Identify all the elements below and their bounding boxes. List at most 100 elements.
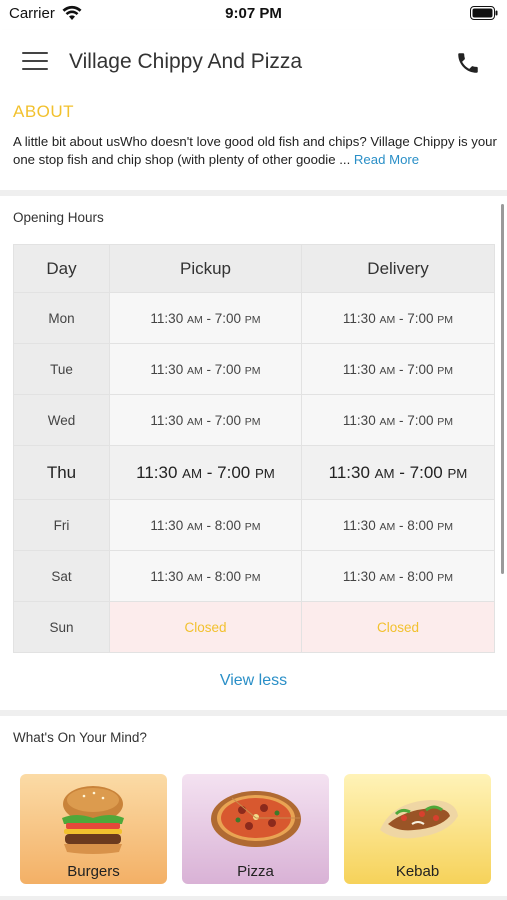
status-time: 9:07 PM bbox=[225, 5, 282, 22]
phone-icon[interactable] bbox=[455, 50, 481, 76]
pm-label: PM bbox=[244, 313, 261, 326]
am-label: AM bbox=[379, 415, 396, 428]
close-time: 7:00 bbox=[407, 412, 434, 428]
day-cell: Tue bbox=[13, 343, 110, 395]
pm-label: PM bbox=[244, 415, 261, 428]
close-time: 7:00 bbox=[407, 361, 434, 377]
about-description: A little bit about usWho doesn't love go… bbox=[13, 133, 497, 169]
am-label: AM bbox=[379, 313, 396, 326]
delivery-time-cell: 11:30 AM - 7:00 PM bbox=[301, 445, 495, 500]
close-time: 7:00 bbox=[407, 310, 434, 326]
am-label: AM bbox=[186, 364, 203, 377]
pickup-time-cell: 11:30 AM - 8:00 PM bbox=[109, 550, 302, 602]
day-cell: Sat bbox=[13, 550, 110, 602]
about-text: A little bit about usWho doesn't love go… bbox=[13, 134, 497, 167]
opening-hours-title: Opening Hours bbox=[13, 210, 104, 225]
hours-row: Thu 11:30 AM - 7:00 PM 11:30 AM - 7:00 PM bbox=[13, 445, 495, 500]
scrollbar[interactable] bbox=[501, 204, 504, 574]
open-time: 11:30 bbox=[342, 361, 376, 377]
open-time: 11:30 bbox=[342, 412, 376, 428]
am-label: AM bbox=[186, 520, 203, 533]
pm-label: PM bbox=[437, 364, 454, 377]
page-title: Village Chippy And Pizza bbox=[69, 50, 303, 73]
close-time: 7:00 bbox=[214, 361, 242, 377]
read-more-link[interactable]: Read More bbox=[354, 152, 419, 167]
close-time: 8:00 bbox=[407, 517, 434, 533]
day-cell: Sun bbox=[13, 601, 110, 653]
day-cell: Wed bbox=[13, 394, 110, 446]
pickup-time-cell: 11:30 AM - 7:00 PM bbox=[109, 445, 302, 500]
close-time: 8:00 bbox=[214, 517, 242, 533]
delivery-time-cell: 11:30 AM - 7:00 PM bbox=[301, 394, 495, 446]
delivery-time-cell: 11:30 AM - 8:00 PM bbox=[301, 550, 495, 602]
category-pizza[interactable]: Pizza bbox=[182, 774, 329, 884]
hours-row: Tue 11:30 AM - 7:00 PM 11:30 AM - 7:00 PM bbox=[13, 343, 495, 395]
header-day: Day bbox=[13, 244, 110, 293]
pm-label: PM bbox=[244, 571, 261, 584]
close-time: 8:00 bbox=[214, 568, 242, 584]
header-delivery: Delivery bbox=[301, 244, 495, 293]
hours-row: Sat 11:30 AM - 8:00 PM 11:30 AM - 8:00 PM bbox=[13, 550, 495, 602]
close-time: 7:00 bbox=[217, 462, 251, 482]
battery-icon bbox=[470, 6, 498, 20]
category-label: Kebab bbox=[395, 863, 440, 880]
opening-hours-section: Opening Hours Day Pickup Delivery Mon 11:… bbox=[0, 196, 507, 710]
category-label: Pizza bbox=[237, 863, 274, 880]
open-time: 11:30 bbox=[342, 310, 376, 326]
am-label: AM bbox=[379, 571, 396, 584]
pm-label: PM bbox=[244, 364, 261, 377]
about-heading: ABOUT bbox=[13, 102, 75, 121]
close-time: 7:00 bbox=[214, 412, 242, 428]
open-time: 11:30 bbox=[150, 310, 184, 326]
open-time: 11:30 bbox=[150, 412, 184, 428]
pm-label: PM bbox=[254, 465, 275, 481]
category-kebab[interactable]: Kebab bbox=[344, 774, 491, 884]
close-time: 7:00 bbox=[214, 310, 242, 326]
table-header-row: Day Pickup Delivery bbox=[13, 244, 495, 293]
pickup-closed-cell: Closed bbox=[109, 601, 302, 653]
hours-row: Sun Closed Closed bbox=[13, 601, 495, 653]
view-less-button[interactable]: View less bbox=[0, 672, 507, 690]
hours-row: Mon 11:30 AM - 7:00 PM 11:30 AM - 7:00 PM bbox=[13, 292, 495, 344]
open-time: 11:30 bbox=[342, 517, 376, 533]
section-divider bbox=[0, 896, 507, 900]
open-time: 11:30 bbox=[342, 568, 376, 584]
hours-row: Wed 11:30 AM - 7:00 PM 11:30 AM - 7:00 PM bbox=[13, 394, 495, 446]
status-bar: Carrier 9:07 PM bbox=[0, 0, 507, 30]
am-label: AM bbox=[379, 364, 396, 377]
am-label: AM bbox=[186, 415, 203, 428]
am-label: AM bbox=[374, 465, 395, 481]
hours-row: Fri 11:30 AM - 8:00 PM 11:30 AM - 8:00 PM bbox=[13, 499, 495, 551]
close-time: 8:00 bbox=[407, 568, 434, 584]
opening-hours-table: Day Pickup Delivery Mon 11:30 AM - 7:00 P… bbox=[13, 244, 495, 653]
pm-label: PM bbox=[437, 520, 454, 533]
pm-label: PM bbox=[437, 313, 454, 326]
open-time: 11:30 bbox=[150, 361, 184, 377]
whats-on-your-mind-section: What's On Your Mind? Burgers Pizza Kebab bbox=[0, 716, 507, 900]
pm-label: PM bbox=[437, 415, 454, 428]
about-section: ABOUT A little bit about usWho doesn't l… bbox=[0, 98, 507, 190]
open-time: 11:30 bbox=[150, 517, 184, 533]
category-burgers[interactable]: Burgers bbox=[20, 774, 167, 884]
day-cell: Fri bbox=[13, 499, 110, 551]
delivery-time-cell: 11:30 AM - 7:00 PM bbox=[301, 292, 495, 344]
open-time: 11:30 bbox=[136, 462, 178, 482]
am-label: AM bbox=[186, 313, 203, 326]
am-label: AM bbox=[379, 520, 396, 533]
category-label: Burgers bbox=[67, 863, 120, 880]
delivery-time-cell: 11:30 AM - 8:00 PM bbox=[301, 499, 495, 551]
pm-label: PM bbox=[437, 571, 454, 584]
header-pickup: Pickup bbox=[109, 244, 302, 293]
open-time: 11:30 bbox=[150, 568, 184, 584]
day-cell: Mon bbox=[13, 292, 110, 344]
delivery-closed-cell: Closed bbox=[301, 601, 495, 653]
open-time: 11:30 bbox=[328, 462, 370, 482]
pickup-time-cell: 11:30 AM - 7:00 PM bbox=[109, 394, 302, 446]
am-label: AM bbox=[182, 465, 203, 481]
delivery-time-cell: 11:30 AM - 7:00 PM bbox=[301, 343, 495, 395]
pm-label: PM bbox=[244, 520, 261, 533]
pickup-time-cell: 11:30 AM - 7:00 PM bbox=[109, 343, 302, 395]
hamburger-menu-icon[interactable] bbox=[22, 52, 48, 74]
day-cell: Thu bbox=[13, 445, 110, 500]
pickup-time-cell: 11:30 AM - 8:00 PM bbox=[109, 499, 302, 551]
